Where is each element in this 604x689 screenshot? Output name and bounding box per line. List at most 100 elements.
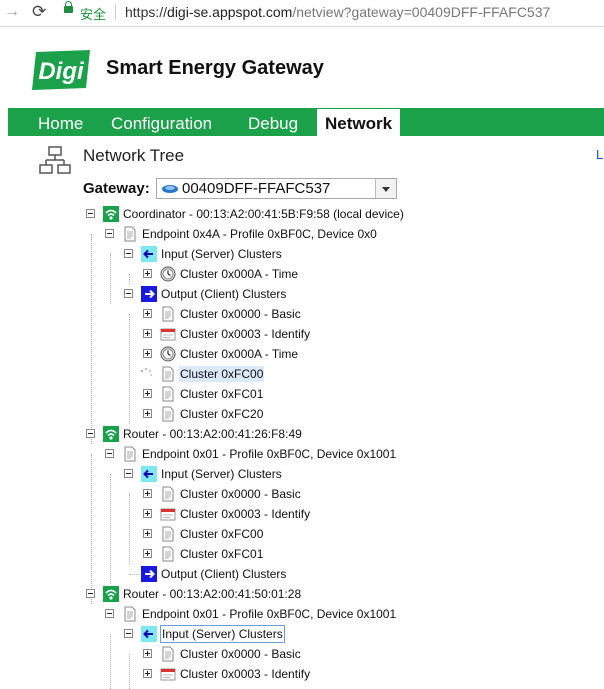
forward-arrow-icon[interactable]: → <box>4 3 20 21</box>
tree-cluster-group-node: Output (Client) Clusters <box>0 284 600 304</box>
expand-icon[interactable] <box>143 349 152 358</box>
collapse-icon[interactable] <box>86 209 95 218</box>
collapse-icon[interactable] <box>124 289 133 298</box>
tree-cluster-group-node: Input (Server) Clusters <box>0 464 600 484</box>
collapse-icon[interactable] <box>86 589 95 598</box>
tree-cluster-node: Cluster 0xFC00 <box>0 524 600 544</box>
tree-endpoint-node: Endpoint 0x4A - Profile 0xBF0C, Device 0… <box>0 224 600 244</box>
gateway-device-icon <box>162 185 178 193</box>
tree-node-label[interactable]: Input (Server) Clusters <box>160 466 283 482</box>
wifi-signal-icon <box>103 426 119 442</box>
tree-cluster-group-node: Output (Client) Clusters <box>0 564 600 584</box>
gateway-select[interactable]: 00409DFF-FFAFC537 <box>156 178 397 199</box>
collapse-icon[interactable] <box>86 429 95 438</box>
tree-cluster-node: Cluster 0x000A - Time <box>0 344 600 364</box>
tree-device-node: Coordinator - 00:13:A2:00:41:5B:F9:58 (l… <box>0 204 600 224</box>
wifi-signal-icon <box>103 586 119 602</box>
expand-icon[interactable] <box>143 529 152 538</box>
document-icon <box>160 386 176 402</box>
tree-node-label[interactable]: Cluster 0x0000 - Basic <box>179 306 302 322</box>
tree-node-label[interactable]: Endpoint 0x01 - Profile 0xBF0C, Device 0… <box>141 606 397 622</box>
tree-node-label[interactable]: Input (Server) Clusters <box>160 246 283 262</box>
tree-node-label[interactable]: Cluster 0x0003 - Identify <box>179 506 311 522</box>
loading-spinner-icon <box>139 366 153 380</box>
header-right-link[interactable]: L <box>596 147 603 162</box>
arrow-right-icon <box>141 286 157 302</box>
digi-logo: Digi <box>32 50 90 90</box>
expand-icon[interactable] <box>143 269 152 278</box>
tree-cluster-node: Cluster 0xFC00 <box>0 364 600 384</box>
reload-icon[interactable]: ⟳ <box>32 2 46 22</box>
tree-node-label[interactable]: Cluster 0xFC00 <box>179 526 264 542</box>
document-icon <box>122 446 138 462</box>
arrow-left-icon <box>141 466 157 482</box>
tree-cluster-node: Cluster 0x0000 - Basic <box>0 304 600 324</box>
document-icon <box>122 226 138 242</box>
tree-node-label[interactable]: Input (Server) Clusters <box>160 625 285 643</box>
nav-home[interactable]: Home <box>38 108 83 136</box>
expand-icon[interactable] <box>143 669 152 678</box>
collapse-icon[interactable] <box>105 449 114 458</box>
arrow-left-icon <box>141 626 157 642</box>
clock-icon <box>160 346 176 362</box>
tree-cluster-node: Cluster 0x0000 - Basic <box>0 644 600 664</box>
lock-icon[interactable] <box>64 1 73 13</box>
url-field[interactable]: https://digi-se.appspot.com/netview?gate… <box>125 4 550 20</box>
tree-node-label[interactable]: Cluster 0xFC00 <box>179 366 265 382</box>
tree-node-label[interactable]: Output (Client) Clusters <box>160 286 287 302</box>
expand-icon[interactable] <box>143 489 152 498</box>
nav-network[interactable]: Network <box>317 109 401 136</box>
collapse-icon[interactable] <box>105 229 114 238</box>
tree-cluster-node: Cluster 0x0003 - Identify <box>0 504 600 524</box>
page-title: Network Tree <box>83 146 185 165</box>
chevron-down-icon[interactable] <box>375 179 396 198</box>
main-navbar: Home Configuration Debug Network <box>8 108 604 136</box>
expand-icon[interactable] <box>143 409 152 418</box>
gateway-select-value: 00409DFF-FFAFC537 <box>182 180 331 197</box>
expand-icon[interactable] <box>143 329 152 338</box>
expand-icon[interactable] <box>143 509 152 518</box>
tree-node-label[interactable]: Router - 00:13:A2:00:41:26:F8:49 <box>122 426 303 442</box>
expand-icon[interactable] <box>143 389 152 398</box>
tree-node-label[interactable]: Coordinator - 00:13:A2:00:41:5B:F9:58 (l… <box>122 206 405 222</box>
tree-node-label[interactable]: Cluster 0x0000 - Basic <box>179 646 302 662</box>
tree-node-label[interactable]: Endpoint 0x01 - Profile 0xBF0C, Device 0… <box>141 446 397 462</box>
nav-debug[interactable]: Debug <box>248 108 298 136</box>
tree-node-label[interactable]: Cluster 0xFC01 <box>179 386 264 402</box>
tree-node-label[interactable]: Cluster 0x0003 - Identify <box>179 666 311 682</box>
tree-endpoint-node: Endpoint 0x01 - Profile 0xBF0C, Device 0… <box>0 604 600 624</box>
url-host: digi-se.appspot.com <box>167 4 293 20</box>
tree-node-label[interactable]: Output (Client) Clusters <box>160 566 287 582</box>
arrow-right-icon <box>141 566 157 582</box>
document-icon <box>122 606 138 622</box>
tree-cluster-group-node: Input (Server) Clusters <box>0 624 600 644</box>
tree-node-label[interactable]: Cluster 0x000A - Time <box>179 346 299 362</box>
document-icon <box>160 306 176 322</box>
tree-device-node: Router - 00:13:A2:00:41:26:F8:49 <box>0 424 600 444</box>
tree-node-label[interactable]: Router - 00:13:A2:00:41:50:01:28 <box>122 586 302 602</box>
gateway-label: Gateway: <box>83 180 150 197</box>
tree-endpoint-node: Endpoint 0x01 - Profile 0xBF0C, Device 0… <box>0 444 600 464</box>
collapse-icon[interactable] <box>124 469 133 478</box>
expand-icon[interactable] <box>143 549 152 558</box>
document-icon <box>160 646 176 662</box>
address-separator <box>115 4 116 20</box>
browser-address-bar: → ⟳ 安全 https://digi-se.appspot.com/netvi… <box>0 0 604 27</box>
tree-node-label[interactable]: Cluster 0x0000 - Basic <box>179 486 302 502</box>
nav-configuration[interactable]: Configuration <box>111 108 212 136</box>
tree-node-label[interactable]: Cluster 0xFC01 <box>179 546 264 562</box>
tree-node-label[interactable]: Cluster 0xFC20 <box>179 406 264 422</box>
secure-label: 安全 <box>80 7 107 22</box>
collapse-icon[interactable] <box>105 609 114 618</box>
tree-device-node: Router - 00:13:A2:00:41:50:01:28 <box>0 584 600 604</box>
expand-icon[interactable] <box>143 309 152 318</box>
collapse-icon[interactable] <box>124 629 133 638</box>
tree-cluster-node: Cluster 0x0003 - Identify <box>0 664 600 684</box>
expand-icon[interactable] <box>143 649 152 658</box>
document-icon <box>160 366 176 382</box>
tree-node-label[interactable]: Cluster 0x0003 - Identify <box>179 326 311 342</box>
tree-node-label[interactable]: Endpoint 0x4A - Profile 0xBF0C, Device 0… <box>141 226 378 242</box>
tree-node-label[interactable]: Cluster 0x000A - Time <box>179 266 299 282</box>
app-title: Smart Energy Gateway <box>106 57 324 79</box>
collapse-icon[interactable] <box>124 249 133 258</box>
